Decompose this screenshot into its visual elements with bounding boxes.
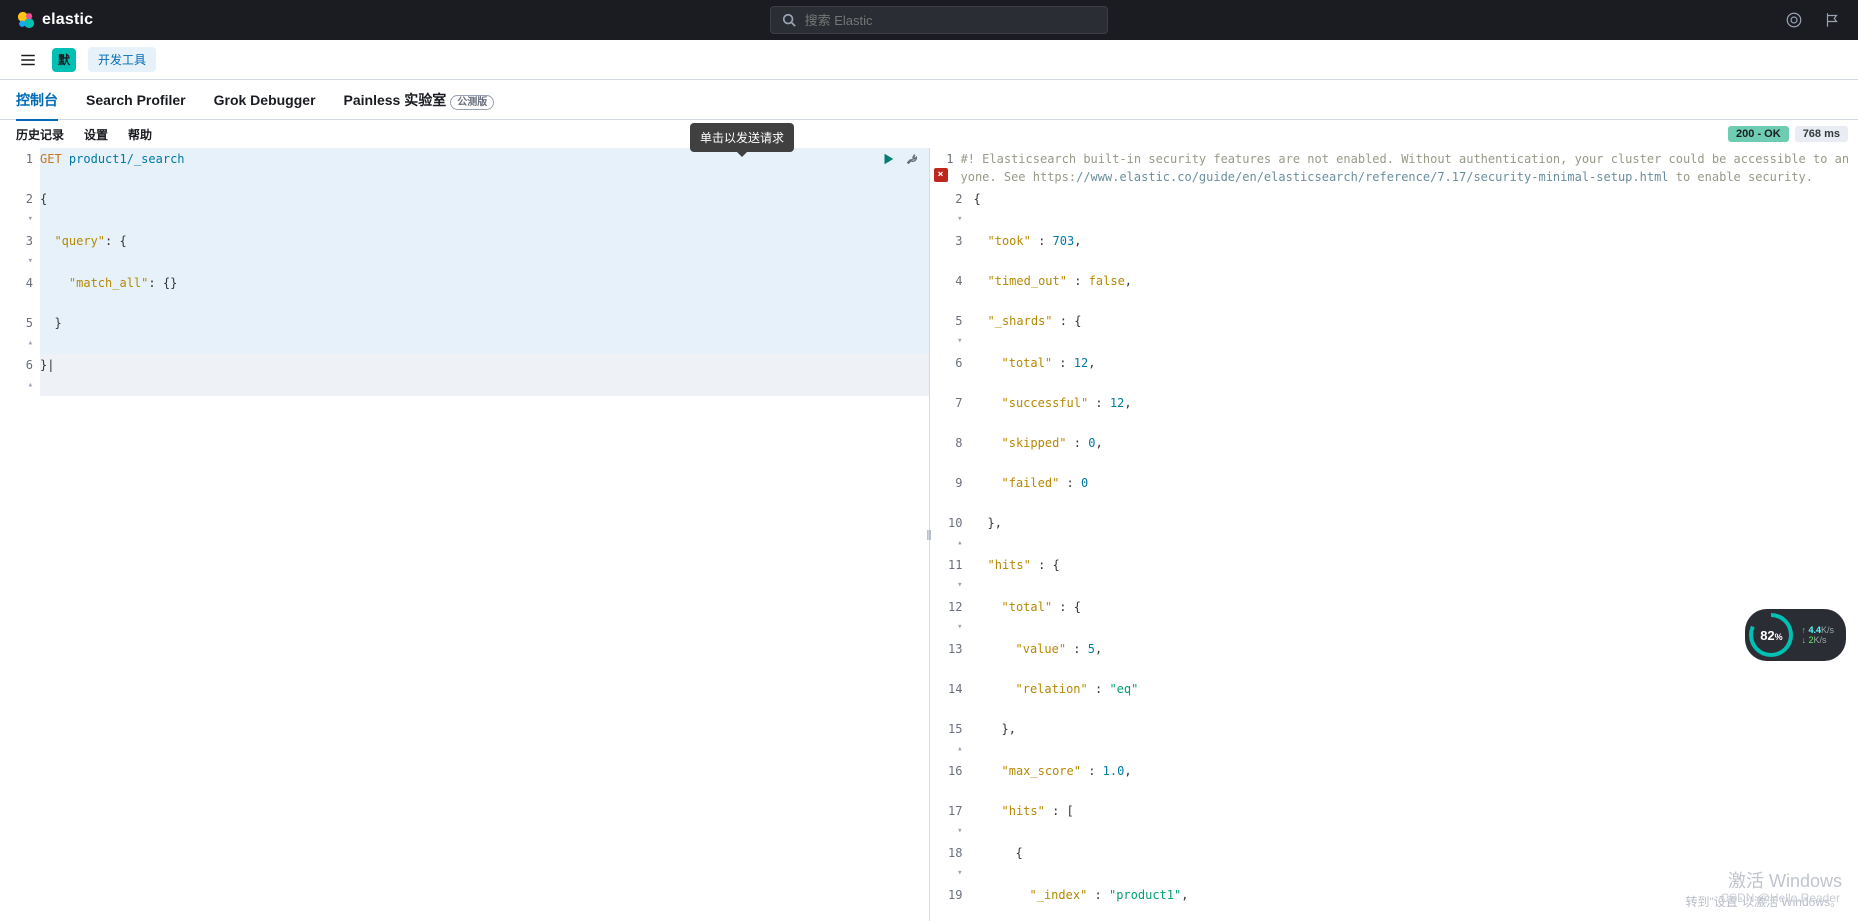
elastic-logo-icon bbox=[16, 10, 36, 30]
tab-painless[interactable]: Painless 实验室公测版 bbox=[344, 80, 495, 120]
search-icon bbox=[779, 10, 799, 30]
search-input[interactable] bbox=[805, 13, 1099, 28]
response-line: 1 × #! Elasticsearch built-in security f… bbox=[930, 148, 1858, 188]
brand-logo[interactable]: elastic bbox=[16, 10, 93, 30]
history-link[interactable]: 历史记录 bbox=[16, 126, 64, 143]
request-line[interactable]: 1GET product1/_search bbox=[0, 148, 929, 188]
response-line: 3"took" : 703, bbox=[930, 230, 1858, 270]
request-line[interactable]: 4 "match_all": {} bbox=[0, 272, 929, 312]
nav-menu-button[interactable] bbox=[16, 48, 40, 72]
request-line[interactable]: 5▴ } bbox=[0, 312, 929, 354]
request-actions bbox=[879, 150, 921, 168]
brand-text: elastic bbox=[42, 11, 93, 29]
header-actions bbox=[1784, 10, 1842, 30]
response-line: 15▴}, bbox=[930, 718, 1858, 760]
request-editor[interactable]: 1GET product1/_search2▾{3▾ "query": {4 "… bbox=[0, 148, 930, 921]
tab-console[interactable]: 控制台 bbox=[16, 80, 58, 120]
response-line: 16"max_score" : 1.0, bbox=[930, 760, 1858, 800]
search-wrapper bbox=[93, 6, 1784, 34]
beta-badge: 公测版 bbox=[450, 95, 494, 110]
response-line: 2▾{ bbox=[930, 188, 1858, 230]
request-line[interactable]: 6▴}| bbox=[0, 354, 929, 396]
help-icon[interactable] bbox=[1784, 10, 1804, 30]
response-line: 6"total" : 12, bbox=[930, 352, 1858, 392]
response-line: 7"successful" : 12, bbox=[930, 392, 1858, 432]
global-search[interactable] bbox=[770, 6, 1108, 34]
response-line: 13"value" : 5, bbox=[930, 638, 1858, 678]
newsfeed-icon[interactable] bbox=[1822, 10, 1842, 30]
response-line: 11▾"hits" : { bbox=[930, 554, 1858, 596]
usage-ring-icon: 82% bbox=[1749, 613, 1793, 657]
response-line: 10▴}, bbox=[930, 512, 1858, 554]
send-request-tooltip: 单击以发送请求 bbox=[690, 123, 794, 152]
tab-search-profiler[interactable]: Search Profiler bbox=[86, 82, 186, 118]
settings-link[interactable]: 设置 bbox=[84, 126, 108, 143]
send-request-icon[interactable] bbox=[879, 150, 897, 168]
net-stats: ↑ 4.4K/s ↓ 2K/s bbox=[1801, 625, 1834, 645]
response-line: 9"failed" : 0 bbox=[930, 472, 1858, 512]
response-line: 18▾{ bbox=[930, 842, 1858, 884]
response-status-badge: 200 - OK bbox=[1728, 126, 1789, 142]
request-line[interactable]: 3▾ "query": { bbox=[0, 230, 929, 272]
response-line: 5▾"_shards" : { bbox=[930, 310, 1858, 352]
response-line: 4"timed_out" : false, bbox=[930, 270, 1858, 310]
global-header: elastic bbox=[0, 0, 1858, 40]
wrench-icon[interactable] bbox=[903, 150, 921, 168]
error-marker-icon[interactable]: × bbox=[934, 168, 948, 182]
app-breadcrumb[interactable]: 开发工具 bbox=[88, 47, 156, 72]
request-line[interactable]: 2▾{ bbox=[0, 188, 929, 230]
pane-splitter[interactable]: ‖ bbox=[925, 527, 933, 543]
network-monitor-widget[interactable]: 82% ↑ 4.4K/s ↓ 2K/s bbox=[1745, 609, 1846, 661]
app-subbar: 默 开发工具 bbox=[0, 40, 1858, 80]
space-avatar[interactable]: 默 bbox=[52, 48, 76, 72]
response-line: 19"_index" : "product1", bbox=[930, 884, 1858, 921]
response-line: 8"skipped" : 0, bbox=[930, 432, 1858, 472]
response-time-badge: 768 ms bbox=[1795, 126, 1848, 142]
help-link[interactable]: 帮助 bbox=[128, 126, 152, 143]
response-line: 12▾"total" : { bbox=[930, 596, 1858, 638]
response-warning: #! Elasticsearch built-in security featu… bbox=[961, 148, 1858, 188]
response-viewer[interactable]: 1 × #! Elasticsearch built-in security f… bbox=[930, 148, 1858, 921]
devtools-tabs: 控制台 Search Profiler Grok Debugger Painle… bbox=[0, 80, 1858, 120]
response-line: 14"relation" : "eq" bbox=[930, 678, 1858, 718]
console-toolbar: 历史记录 设置 帮助 200 - OK 768 ms bbox=[0, 120, 1858, 148]
response-line: 17▾"hits" : [ bbox=[930, 800, 1858, 842]
console-main: 单击以发送请求 1GET product1/_search2▾{3▾ "quer… bbox=[0, 148, 1858, 921]
tab-grok-debugger[interactable]: Grok Debugger bbox=[214, 82, 316, 118]
tab-painless-label: Painless 实验室 bbox=[344, 92, 447, 108]
